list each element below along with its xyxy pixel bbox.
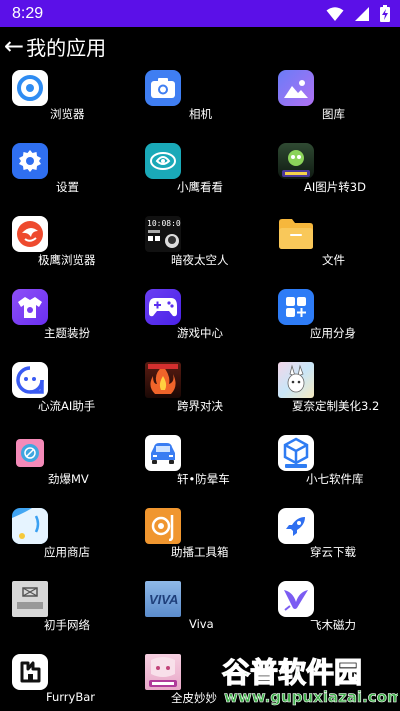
app-label: 飞木磁力 bbox=[310, 618, 356, 632]
app-label: 应用分身 bbox=[310, 326, 356, 340]
anime-girl-icon bbox=[145, 654, 181, 690]
app-clone-icon bbox=[278, 289, 314, 325]
app-label: 游戏中心 bbox=[177, 326, 223, 340]
status-bar: 8:29 bbox=[0, 0, 400, 27]
rocket-icon bbox=[278, 508, 314, 544]
ai-3d-icon bbox=[278, 143, 314, 179]
battery-icon bbox=[380, 5, 390, 22]
gamepad-icon bbox=[145, 289, 181, 325]
app-settings[interactable]: 设置 bbox=[0, 139, 133, 212]
app-label: 初手网络 bbox=[44, 618, 90, 632]
app-anti-carsick[interactable]: 轩•防晕车 bbox=[133, 431, 266, 504]
app-label: 小七软件库 bbox=[306, 472, 364, 486]
bird-icon bbox=[278, 581, 314, 617]
anime-theme-icon bbox=[278, 362, 314, 398]
app-label: 夏奈定制美化3.2 bbox=[292, 399, 380, 413]
folder-icon bbox=[278, 216, 314, 252]
app-label: 心流AI助手 bbox=[38, 399, 96, 413]
app-crossover-duel[interactable]: 跨界对决 bbox=[133, 358, 266, 431]
app-label: 文件 bbox=[322, 253, 345, 267]
app-label: 设置 bbox=[56, 180, 79, 194]
app-game-center[interactable]: 游戏中心 bbox=[133, 285, 266, 358]
app-label: 小鹰看看 bbox=[177, 180, 223, 194]
eagle-browser-icon bbox=[12, 216, 48, 252]
ai-assistant-icon bbox=[12, 362, 48, 398]
browser-icon bbox=[12, 70, 48, 106]
app-label: 主题装扮 bbox=[44, 326, 90, 340]
status-time: 8:29 bbox=[12, 4, 44, 22]
app-header: ← 我的应用 bbox=[0, 27, 400, 65]
app-label: 浏览器 bbox=[50, 107, 85, 121]
app-camera[interactable]: 相机 bbox=[133, 66, 266, 139]
app-label: 穿云下载 bbox=[310, 545, 356, 559]
app-label: 极鹰浏览器 bbox=[38, 253, 96, 267]
app-label: Viva bbox=[189, 617, 214, 631]
astronaut-clock-icon: 10:08:00 bbox=[145, 216, 181, 252]
gallery-icon bbox=[278, 70, 314, 106]
back-button[interactable]: ← bbox=[4, 34, 24, 58]
app-label: 相机 bbox=[189, 107, 212, 121]
watermark-title: 谷普软件园 bbox=[222, 656, 362, 689]
app-xiaoqi-store[interactable]: 小七软件库 bbox=[266, 431, 399, 504]
watermark: 谷普软件园 www.gupuxiazai.com bbox=[218, 652, 400, 708]
app-cloud-download[interactable]: 穿云下载 bbox=[266, 504, 399, 577]
network-logo-icon bbox=[12, 581, 48, 617]
app-dark-astronaut[interactable]: 10:08:00 暗夜太空人 bbox=[133, 212, 266, 285]
car-icon bbox=[145, 435, 181, 471]
app-label: FurryBar bbox=[46, 690, 95, 704]
app-flow-ai[interactable]: 心流AI助手 bbox=[0, 358, 133, 431]
app-label: 跨界对决 bbox=[177, 399, 223, 413]
app-label: 图库 bbox=[322, 107, 345, 121]
gear-icon bbox=[12, 143, 48, 179]
app-furrybar[interactable]: FurryBar bbox=[0, 650, 133, 711]
app-theme[interactable]: 主题装扮 bbox=[0, 285, 133, 358]
cube-icon bbox=[278, 435, 314, 471]
app-label: AI图片转3D bbox=[304, 180, 366, 194]
app-clone[interactable]: 应用分身 bbox=[266, 285, 399, 358]
app-eagle-browser[interactable]: 极鹰浏览器 bbox=[0, 212, 133, 285]
camera-icon bbox=[145, 70, 181, 106]
status-icons bbox=[326, 5, 390, 22]
app-browser[interactable]: 浏览器 bbox=[0, 66, 133, 139]
svg-text:VIVA: VIVA bbox=[149, 592, 178, 607]
app-eagle-view[interactable]: 小鹰看看 bbox=[133, 139, 266, 212]
toolbox-icon bbox=[145, 508, 181, 544]
app-ai-3d[interactable]: AI图片转3D bbox=[266, 139, 399, 212]
app-stream-toolbox[interactable]: 助播工具箱 bbox=[133, 504, 266, 577]
watermark-url: www.gupuxiazai.com bbox=[224, 688, 398, 706]
app-viva[interactable]: VIVA Viva bbox=[133, 577, 266, 650]
app-jinbao-mv[interactable]: 劲爆MV bbox=[0, 431, 133, 504]
app-feimu-magnet[interactable]: 飞木磁力 bbox=[266, 577, 399, 650]
theme-shirt-icon bbox=[12, 289, 48, 325]
mv-icon bbox=[16, 439, 44, 467]
wifi-icon bbox=[326, 6, 344, 21]
app-files[interactable]: 文件 bbox=[266, 212, 399, 285]
furrybar-icon bbox=[12, 654, 48, 690]
viva-icon: VIVA bbox=[145, 581, 181, 617]
app-xianai-theme[interactable]: 夏奈定制美化3.2 bbox=[266, 358, 399, 431]
game-fire-icon bbox=[145, 362, 181, 398]
app-label: 应用商店 bbox=[44, 545, 90, 559]
eagle-icon bbox=[145, 143, 181, 179]
app-label: 全皮妙妙 bbox=[171, 691, 217, 705]
app-label: 劲爆MV bbox=[48, 472, 89, 486]
app-label: 助播工具箱 bbox=[171, 545, 229, 559]
page-title: 我的应用 bbox=[26, 35, 107, 60]
app-label: 轩•防晕车 bbox=[177, 472, 230, 486]
app-app-store[interactable]: 应用商店 bbox=[0, 504, 133, 577]
app-chushou-network[interactable]: 初手网络 bbox=[0, 577, 133, 650]
svg-text:10:08:00: 10:08:00 bbox=[147, 219, 181, 228]
signal-icon bbox=[355, 6, 369, 21]
store-bag-icon bbox=[12, 508, 48, 544]
app-gallery[interactable]: 图库 bbox=[266, 66, 399, 139]
app-label: 暗夜太空人 bbox=[171, 253, 229, 267]
